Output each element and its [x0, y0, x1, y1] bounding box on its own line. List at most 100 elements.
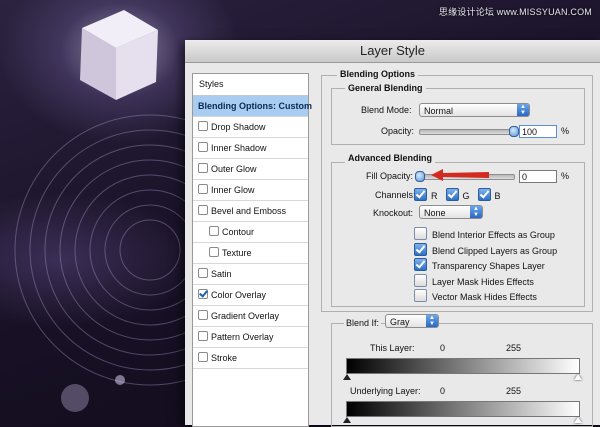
style-checkbox[interactable] [209, 226, 219, 236]
checkbox-box[interactable] [477, 188, 491, 201]
blend-mode-select[interactable]: Normal ▲ ▼ [419, 103, 530, 117]
style-item[interactable]: Color Overlay [193, 285, 308, 306]
style-item[interactable]: Inner Shadow [193, 138, 308, 159]
style-item[interactable]: Inner Glow [193, 180, 308, 201]
channels-checkboxes: RGB [414, 188, 509, 201]
knockout-select[interactable]: None ▲ ▼ [419, 205, 483, 219]
style-item[interactable]: Outer Glow [193, 159, 308, 180]
opacity-slider[interactable] [419, 129, 515, 135]
advanced-option-label: Layer Mask Hides Effects [432, 276, 534, 287]
style-item-label: Outer Glow [211, 164, 257, 174]
style-item[interactable]: Bevel and Emboss [193, 201, 308, 222]
style-checkbox[interactable] [198, 331, 208, 341]
style-item-label: Contour [222, 227, 255, 237]
blending-options-title: Blending Options [337, 69, 418, 79]
fill-opacity-percent: % [561, 171, 570, 181]
advanced-option-label: Transparency Shapes Layer [432, 261, 545, 271]
advanced-option-label: Blend Clipped Layers as Group [432, 245, 558, 256]
style-item-label: Gradient Overlay [211, 311, 280, 321]
advanced-option[interactable]: Blend Interior Effects as Group [414, 227, 557, 243]
underlying-layer-label: Underlying Layer: [350, 386, 421, 396]
layer-style-dialog: Layer Style Styles Blending Options: Cus… [185, 40, 600, 427]
style-item[interactable]: Drop Shadow [193, 117, 308, 138]
fill-opacity-slider-knob[interactable] [415, 171, 425, 182]
opacity-label: Opacity: [381, 126, 415, 136]
chevron-up-down-icon: ▲ ▼ [517, 104, 529, 116]
channel-b-checkbox[interactable]: B [477, 188, 501, 201]
style-checkbox[interactable] [198, 163, 208, 173]
style-item-label: Blending Options: Custom [198, 101, 312, 111]
checkbox-box[interactable] [445, 188, 459, 201]
channel-g-checkbox[interactable]: G [445, 188, 470, 201]
advanced-blending-title: Advanced Blending [345, 153, 436, 163]
this-layer-white-slider[interactable] [574, 374, 582, 380]
this-layer-black-slider[interactable] [343, 374, 351, 380]
this-layer-min: 0 [440, 343, 446, 353]
underlying-layer-max: 255 [506, 386, 522, 396]
style-checkbox[interactable] [198, 205, 208, 215]
glowing-cube-artwork [80, 10, 158, 100]
underlying-white-slider[interactable] [574, 417, 582, 423]
style-item-label: Satin [211, 269, 232, 279]
style-item[interactable]: Contour [193, 222, 308, 243]
opacity-percent: % [561, 126, 570, 136]
checkbox-box[interactable] [414, 273, 427, 287]
watermark: 思缘设计论坛 www.MISSYUAN.COM [438, 7, 592, 17]
checkbox-box[interactable] [414, 227, 427, 240]
style-item[interactable]: Texture [193, 243, 308, 264]
advanced-option-label: Blend Interior Effects as Group [432, 230, 555, 240]
checkbox-box[interactable] [414, 242, 427, 256]
style-item-label: Pattern Overlay [211, 332, 274, 342]
channel-label: R [431, 191, 438, 201]
style-item[interactable]: Blending Options: Custom [193, 96, 312, 117]
blend-mode-value: Normal [424, 106, 454, 116]
advanced-option[interactable]: Vector Mask Hides Effects [414, 289, 557, 305]
blend-mode-label: Blend Mode: [361, 105, 412, 115]
style-item-label: Color Overlay [211, 290, 267, 300]
dialog-title: Layer Style [185, 40, 600, 63]
style-checkbox[interactable] [198, 289, 208, 299]
style-item[interactable]: Gradient Overlay [193, 306, 308, 327]
channels-label: Channels: [375, 190, 416, 200]
opacity-input[interactable]: 100 [519, 125, 557, 138]
style-item[interactable]: Satin [193, 264, 308, 285]
blend-if-select[interactable]: Gray ▲ ▼ [385, 314, 439, 328]
channel-label: B [494, 191, 501, 201]
style-checkbox[interactable] [198, 352, 208, 362]
opacity-slider-knob[interactable] [509, 126, 519, 137]
style-checkbox[interactable] [198, 121, 208, 131]
styles-header[interactable]: Styles [193, 74, 308, 96]
advanced-option-label: Vector Mask Hides Effects [432, 292, 537, 302]
underlying-black-slider[interactable] [343, 417, 351, 423]
styles-list: Styles Blending Options: Custom Drop Shad… [192, 73, 312, 427]
advanced-option[interactable]: Blend Clipped Layers as Group [414, 242, 558, 259]
advanced-option[interactable]: Transparency Shapes Layer [414, 258, 557, 274]
fill-opacity-input[interactable]: 0 [519, 170, 557, 183]
style-checkbox[interactable] [198, 268, 208, 278]
style-checkbox[interactable] [209, 247, 219, 257]
style-item[interactable]: Stroke [193, 348, 308, 369]
style-checkbox[interactable] [198, 142, 208, 152]
knockout-value: None [424, 208, 446, 218]
advanced-option[interactable]: Layer Mask Hides Effects [414, 273, 557, 290]
style-checkbox[interactable] [198, 184, 208, 194]
style-checkbox[interactable] [198, 310, 208, 320]
style-item-label: Drop Shadow [211, 122, 266, 132]
knockout-label: Knockout: [373, 208, 414, 218]
blend-if-value: Gray [390, 317, 410, 327]
checkbox-box[interactable] [414, 188, 427, 201]
red-arrow-annotation [431, 169, 489, 181]
underlying-layer-gradient [346, 401, 580, 417]
this-layer-gradient [346, 358, 580, 374]
checkbox-box[interactable] [414, 258, 427, 271]
style-item-label: Bevel and Emboss [211, 206, 287, 216]
style-item[interactable]: Pattern Overlay [193, 327, 308, 348]
style-item-label: Inner Glow [211, 185, 255, 195]
channel-label: G [462, 191, 470, 201]
style-item-label: Texture [222, 248, 252, 258]
checkbox-box[interactable] [414, 289, 427, 302]
underlying-layer-min: 0 [440, 386, 446, 396]
this-layer-max: 255 [506, 343, 522, 353]
style-item-label: Stroke [211, 353, 238, 363]
channel-r-checkbox[interactable]: R [414, 188, 438, 201]
